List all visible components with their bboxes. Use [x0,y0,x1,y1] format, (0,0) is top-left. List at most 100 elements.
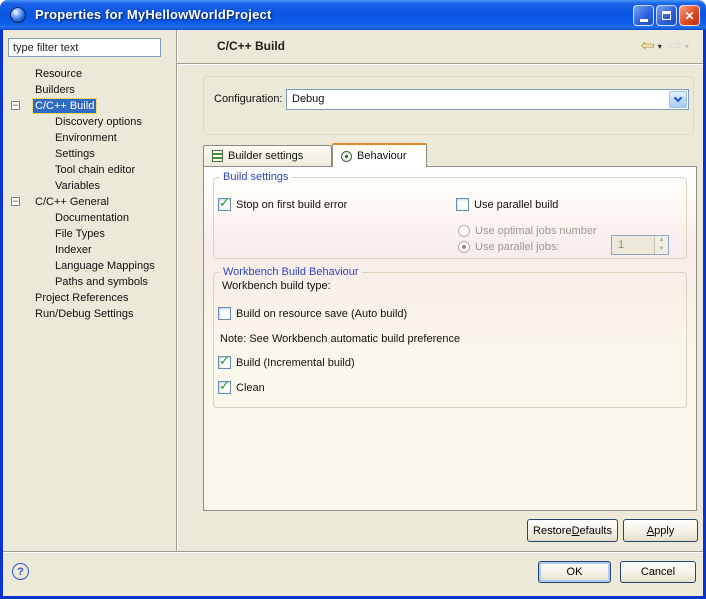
checkbox-label: Use parallel build [474,199,558,211]
builder-settings-icon [212,150,223,162]
tree-item-discovery-options[interactable]: Discovery options [3,114,175,130]
use-optimal-jobs-row: Use optimal jobs number [458,223,597,238]
tree-item-label: Resource [33,67,84,81]
back-arrow-icon[interactable]: ⇦ [640,38,654,55]
clean-row: ✓ Clean [218,380,265,395]
eclipse-app-icon [10,7,26,23]
close-icon: ✕ [684,10,694,22]
tree-item-label: Run/Debug Settings [33,307,135,321]
tree-item-label: Indexer [53,243,94,257]
tree-item-cpp-general[interactable]: − C/C++ General [3,194,175,210]
tree-item-label: Builders [33,83,77,97]
minimize-icon [640,19,648,22]
spinner-down-icon[interactable]: ▼ [655,245,668,254]
parallel-jobs-value: 1 [612,236,654,254]
tree-item-project-references[interactable]: Project References [3,290,175,306]
tree-item-builders[interactable]: Builders [3,82,175,98]
tree-item-label: Project References [33,291,131,305]
close-button[interactable]: ✕ [679,5,700,26]
build-on-save-row: Build on resource save (Auto build) [218,306,407,321]
panel-divider [176,30,178,552]
group-title: Build settings [220,171,291,183]
collapse-icon[interactable]: − [11,101,20,110]
stop-on-first-error-row: ✓ Stop on first build error [218,197,347,212]
tree-item-label: C/C++ Build [33,99,96,113]
build-incremental-row: ✓ Build (Incremental build) [218,355,355,370]
properties-dialog-window: Properties for MyHellowWorldProject ✕ Re… [0,0,706,599]
tree-item-cpp-build[interactable]: − C/C++ Build [3,98,175,114]
tree-item-documentation[interactable]: Documentation [3,210,175,226]
help-button[interactable]: ? [12,563,29,580]
check-icon: ✓ [219,379,230,394]
maximize-icon [662,11,671,20]
tree-item-label: C/C++ General [33,195,111,209]
tree-item-indexer[interactable]: Indexer [3,242,175,258]
tab-behaviour[interactable]: Behaviour [332,143,427,167]
check-icon: ✓ [219,354,230,369]
collapse-icon[interactable]: − [11,197,20,206]
use-parallel-jobs-row: Use parallel jobs: [458,239,559,254]
restore-defaults-button[interactable]: Restore Defaults [527,519,618,542]
build-incremental-checkbox[interactable]: ✓ [218,356,231,369]
tab-builder-settings[interactable]: Builder settings [203,145,332,166]
back-menu-caret-icon[interactable]: ▾ [658,42,662,51]
configuration-value: Debug [292,93,324,105]
tab-label: Builder settings [228,150,303,162]
tree-item-label: Environment [53,131,119,145]
tree-item-settings[interactable]: Settings [3,146,175,162]
combo-dropdown-button[interactable] [669,91,687,108]
tree-item-label: Discovery options [53,115,144,129]
checkbox-label: Build (Incremental build) [236,357,355,369]
window-title: Properties for MyHellowWorldProject [35,7,271,22]
tree-item-paths-and-symbols[interactable]: Paths and symbols [3,274,175,290]
check-icon: ✓ [219,196,230,211]
group-title: Workbench Build Behaviour [220,266,362,278]
use-parallel-jobs-radio[interactable] [458,241,470,253]
use-optimal-jobs-radio[interactable] [458,225,470,237]
tree-item-label: File Types [53,227,107,241]
behaviour-icon [341,151,352,162]
radio-label: Use parallel jobs: [475,241,559,253]
properties-tree: Resource Builders − C/C++ Build Discovery… [3,30,176,550]
checkbox-label: Build on resource save (Auto build) [236,308,407,320]
tree-item-variables[interactable]: Variables [3,178,175,194]
history-nav: ⇦ ▾ ⇨ ▾ [640,38,693,55]
tree-item-label: Language Mappings [53,259,157,273]
tree-item-label: Settings [53,147,97,161]
ok-button[interactable]: OK [538,561,611,583]
tree-item-resource[interactable]: Resource [3,66,175,82]
checkbox-label: Stop on first build error [236,199,347,211]
spinner-up-icon[interactable]: ▲ [655,236,668,245]
minimize-button[interactable] [633,5,654,26]
configuration-label: Configuration: [214,93,283,105]
tree-item-file-types[interactable]: File Types [3,226,175,242]
configuration-group: Configuration: Debug [203,76,694,135]
use-parallel-build-row: Use parallel build [456,197,558,212]
tree-item-label: Documentation [53,211,131,225]
spinner-buttons[interactable]: ▲ ▼ [654,236,668,254]
apply-button[interactable]: Apply [623,519,698,542]
use-parallel-build-checkbox[interactable] [456,198,469,211]
help-icon: ? [17,566,24,578]
tree-item-run-debug-settings[interactable]: Run/Debug Settings [3,306,175,322]
tree-item-environment[interactable]: Environment [3,130,175,146]
clean-checkbox[interactable]: ✓ [218,381,231,394]
forward-arrow-icon[interactable]: ⇨ [668,38,682,55]
maximize-button[interactable] [656,5,677,26]
page-title: C/C++ Build [217,39,285,53]
title-bar[interactable]: Properties for MyHellowWorldProject ✕ [0,0,706,30]
tree-item-language-mappings[interactable]: Language Mappings [3,258,175,274]
workbench-note: Note: See Workbench automatic build pref… [220,333,460,345]
stop-on-first-error-checkbox[interactable]: ✓ [218,198,231,211]
tree-item-label: Paths and symbols [53,275,150,289]
tree-item-tool-chain-editor[interactable]: Tool chain editor [3,162,175,178]
workbench-build-type-label: Workbench build type: [222,280,331,292]
build-on-save-checkbox[interactable] [218,307,231,320]
forward-menu-caret-icon[interactable]: ▾ [685,42,689,51]
parallel-jobs-spinner[interactable]: 1 ▲ ▼ [611,235,669,255]
dialog-client-area: Resource Builders − C/C++ Build Discovery… [3,30,703,596]
cancel-button[interactable]: Cancel [620,561,696,583]
behaviour-tab-panel: Build settings ✓ Stop on first build err… [203,166,697,511]
tree-item-label: Variables [53,179,102,193]
configuration-select[interactable]: Debug [286,89,689,110]
